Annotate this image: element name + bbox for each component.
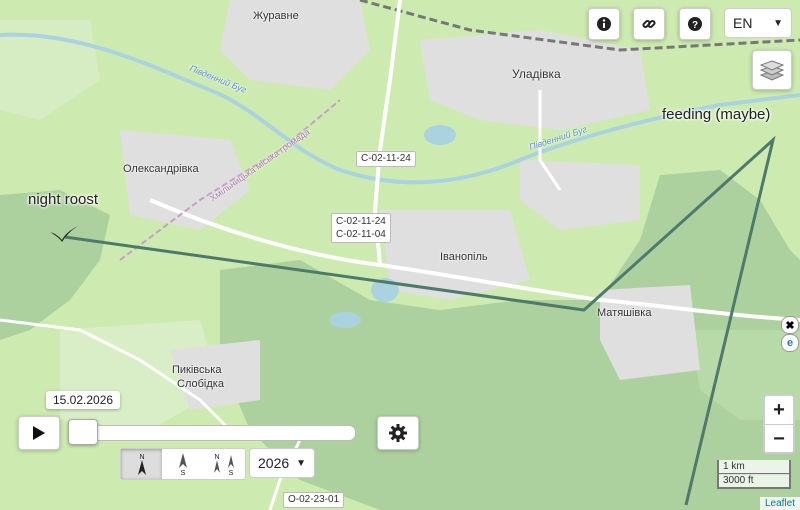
annotation-night-roost: night roost bbox=[28, 191, 99, 208]
north-letter: N bbox=[139, 454, 144, 461]
info-icon bbox=[597, 17, 611, 31]
place-matiashivka: Матяшівка bbox=[597, 307, 652, 319]
south-letter: S bbox=[181, 470, 186, 477]
scale-km: 1 km bbox=[717, 460, 791, 475]
help-icon: ? bbox=[688, 17, 702, 31]
annotation-feeding: feeding (maybe) bbox=[662, 106, 771, 123]
south-letter-b: S bbox=[229, 470, 234, 477]
scale-ft: 3000 ft bbox=[717, 474, 791, 489]
place-pykivska: Пиківська bbox=[172, 364, 222, 376]
link-button[interactable] bbox=[633, 8, 665, 40]
svg-text:?: ? bbox=[692, 20, 698, 31]
place-ivanopil: Іванопіль bbox=[440, 251, 488, 263]
attribution-link[interactable]: Leaflet bbox=[759, 497, 800, 510]
north-letter-b: N bbox=[215, 454, 220, 461]
language-select[interactable]: EN ▼ bbox=[724, 8, 792, 38]
road-shield-c-02-11-24: C-02-11-24 bbox=[356, 151, 416, 167]
year-value: 2026 bbox=[258, 455, 290, 471]
chevron-down-icon: ▼ bbox=[773, 17, 783, 29]
timeline-slider-thumb[interactable] bbox=[68, 419, 98, 445]
orient-south-up[interactable]: S bbox=[162, 449, 203, 479]
play-button[interactable] bbox=[18, 416, 60, 450]
layers-button[interactable] bbox=[752, 50, 792, 90]
chevron-down-icon: ▼ bbox=[296, 457, 306, 469]
south-arrow-icon: S bbox=[178, 453, 187, 477]
place-uladivka: Уладівка bbox=[512, 67, 561, 81]
place-slobidka: Слобідка bbox=[177, 378, 224, 390]
place-oleksandrivka: Олександрівка bbox=[123, 163, 199, 175]
zoom-out-button[interactable]: − bbox=[765, 425, 793, 453]
road-shield-combo: C-02-11-24 C-02-11-04 bbox=[331, 213, 391, 243]
settings-button[interactable] bbox=[377, 416, 419, 450]
link-icon bbox=[642, 19, 656, 29]
close-icon[interactable]: ✖ bbox=[781, 316, 799, 334]
layers-icon bbox=[759, 60, 785, 81]
road-shield-c-02-11-04: C-02-11-04 bbox=[336, 229, 386, 240]
dual-arrow-icon: N S bbox=[214, 454, 235, 477]
gear-icon bbox=[389, 424, 407, 442]
orient-north-up[interactable]: N bbox=[121, 449, 163, 479]
year-select[interactable]: 2026 ▼ bbox=[249, 448, 315, 478]
timeline-slider[interactable] bbox=[68, 425, 356, 441]
pond-3 bbox=[424, 125, 456, 145]
edge-icon[interactable]: e bbox=[781, 334, 799, 352]
info-button[interactable] bbox=[588, 8, 620, 40]
zoom-control: + − bbox=[763, 394, 795, 454]
timeline-date: 15.02.2026 bbox=[46, 391, 121, 409]
road-shield-o-02-23-01: O-02-23-01 bbox=[283, 492, 345, 508]
north-arrow-icon: N bbox=[137, 454, 146, 475]
residential-matiashivka bbox=[600, 285, 700, 380]
place-zhuravne: Журавне bbox=[253, 10, 299, 22]
play-icon bbox=[33, 426, 45, 440]
road-shield-c-02-11-24-b: C-02-11-24 bbox=[336, 216, 386, 227]
help-button[interactable]: ? bbox=[679, 8, 711, 40]
orientation-toggle: N S N S bbox=[120, 448, 246, 480]
zoom-in-button[interactable]: + bbox=[765, 396, 793, 425]
language-value: EN bbox=[733, 15, 753, 31]
pond-2 bbox=[329, 312, 361, 328]
orient-dual[interactable]: N S bbox=[204, 449, 245, 479]
